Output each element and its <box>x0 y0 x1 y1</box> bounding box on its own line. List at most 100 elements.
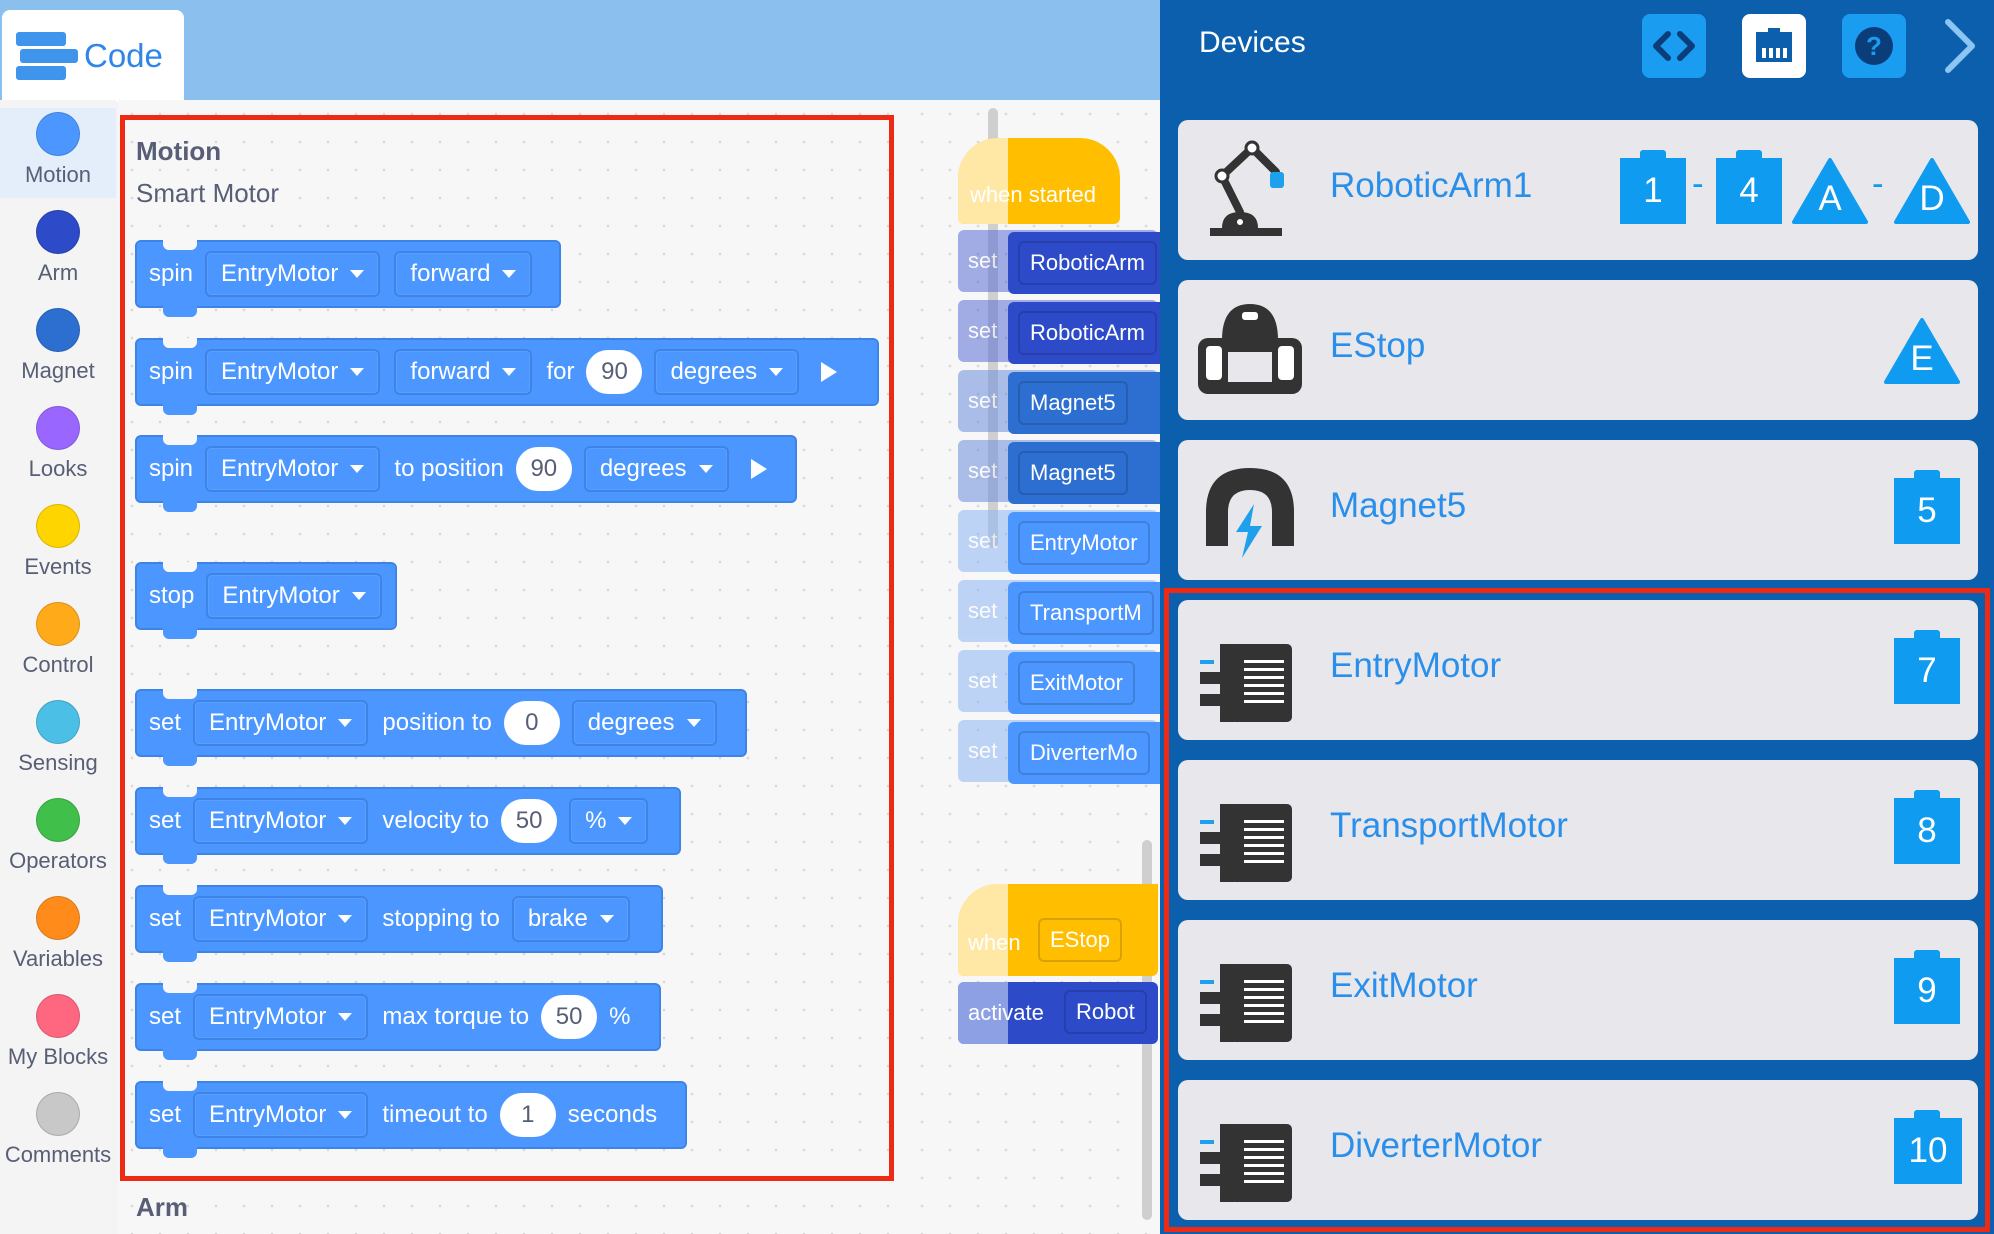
unit-label: seconds <box>567 1101 658 1128</box>
collapse-panel-chevron-icon[interactable] <box>1940 18 1980 74</box>
category-magnet[interactable]: Magnet <box>0 308 116 384</box>
stopping-mode-dropdown[interactable]: brake <box>511 896 630 942</box>
motor-dropdown[interactable]: EntryMotor <box>193 896 369 942</box>
device-card-divertermotor[interactable]: DiverterMotor 10 <box>1178 1080 1978 1220</box>
motor-dropdown[interactable]: EntryMotor <box>206 573 382 619</box>
value-input[interactable]: 0 <box>503 701 560 745</box>
spin-to-position-block[interactable]: spin EntryMotor to position 90 degrees <box>135 435 797 512</box>
set-max-torque-block[interactable]: set EntryMotor max torque to 50 % <box>135 983 661 1060</box>
device-name: EStop <box>1330 326 1426 365</box>
motor-dropdown[interactable]: EntryMotor <box>205 251 381 297</box>
category-sensing[interactable]: Sensing <box>0 700 116 776</box>
code-tab[interactable]: Code <box>2 10 184 102</box>
device-dropdown[interactable]: EntryMotor <box>1018 521 1150 565</box>
device-dropdown[interactable]: Robot <box>1064 990 1147 1034</box>
device-dropdown[interactable]: Magnet5 <box>1018 451 1128 495</box>
motor-dropdown[interactable]: EntryMotor <box>205 349 381 395</box>
unit-dropdown[interactable]: % <box>569 798 649 844</box>
device-dropdown[interactable]: Magnet5 <box>1018 381 1128 425</box>
block-keyword: set <box>149 1003 182 1030</box>
port-badge-triangle: D <box>1894 158 1970 224</box>
block-keyword: set <box>149 807 182 834</box>
device-dropdown[interactable]: RoboticArm <box>1018 311 1157 355</box>
workspace-block[interactable]: ExitMotor <box>1008 652 1168 714</box>
stop-block[interactable]: stop EntryMotor <box>135 562 397 639</box>
direction-dropdown[interactable]: forward <box>394 251 533 297</box>
workspace-block[interactable]: Magnet5 <box>1008 442 1168 504</box>
motor-dropdown[interactable]: EntryMotor <box>193 700 369 746</box>
emergency-stop-icon <box>1198 304 1302 394</box>
set-velocity-block[interactable]: set EntryMotor velocity to 50 % <box>135 787 681 864</box>
device-card-exitmotor[interactable]: ExitMotor 9 <box>1178 920 1978 1060</box>
activate-block[interactable]: activate Robot <box>958 982 1158 1044</box>
category-my-blocks[interactable]: My Blocks <box>0 994 116 1070</box>
category-dot <box>36 994 80 1038</box>
spin-block[interactable]: spin EntryMotor forward <box>135 240 561 317</box>
devices-button[interactable] <box>1742 14 1806 78</box>
when-started-hat-block[interactable]: when started <box>958 138 1120 224</box>
category-dot <box>36 112 80 156</box>
category-label: Comments <box>4 1142 112 1167</box>
spin-for-block[interactable]: spin EntryMotor forward for 90 degrees <box>135 338 879 415</box>
direction-dropdown[interactable]: forward <box>394 349 533 395</box>
block-keyword: set <box>149 1101 182 1128</box>
help-button[interactable]: ? <box>1842 14 1906 78</box>
smart-motor-icon <box>1200 644 1292 722</box>
category-dot <box>36 308 80 352</box>
device-name: EntryMotor <box>1330 646 1502 685</box>
category-variables[interactable]: Variables <box>0 896 116 972</box>
smart-motor-icon <box>1200 1124 1292 1202</box>
device-card-estop[interactable]: EStop E <box>1178 280 1978 420</box>
device-dropdown[interactable]: RoboticArm <box>1018 241 1157 285</box>
value-input[interactable]: 50 <box>501 799 558 843</box>
category-dot <box>36 700 80 744</box>
category-control[interactable]: Control <box>0 602 116 678</box>
device-card-magnet5[interactable]: Magnet5 5 <box>1178 440 1978 580</box>
brain-port-icon <box>1756 28 1792 62</box>
block-keyword: activate <box>968 1000 1044 1025</box>
estop-dropdown[interactable]: EStop <box>1038 918 1122 962</box>
when-estop-hat-block[interactable]: when EStop <box>958 884 1158 976</box>
value-input[interactable]: 90 <box>515 447 572 491</box>
code-brackets-icon <box>1653 31 1695 61</box>
motor-dropdown[interactable]: EntryMotor <box>193 798 369 844</box>
workspace-block[interactable]: Magnet5 <box>1008 372 1168 434</box>
category-operators[interactable]: Operators <box>0 798 116 874</box>
device-card-roboticarm1[interactable]: RoboticArm1 1 - 4 A - D <box>1178 120 1978 260</box>
workspace-block[interactable]: RoboticArm <box>1008 232 1168 294</box>
device-card-entrymotor[interactable]: EntryMotor 7 <box>1178 600 1978 740</box>
port-badge: 5 <box>1894 470 1960 544</box>
category-motion[interactable]: Motion <box>0 108 116 198</box>
set-timeout-block[interactable]: set EntryMotor timeout to 1 seconds <box>135 1081 687 1158</box>
category-looks[interactable]: Looks <box>0 406 116 482</box>
code-view-button[interactable] <box>1642 14 1706 78</box>
workspace-block[interactable]: RoboticArm <box>1008 302 1168 364</box>
set-stopping-block[interactable]: set EntryMotor stopping to brake <box>135 885 663 962</box>
unit-dropdown[interactable]: degrees <box>654 349 800 395</box>
device-card-transportmotor[interactable]: TransportMotor 8 <box>1178 760 1978 900</box>
block-text: velocity to <box>382 807 490 834</box>
device-dropdown[interactable]: ExitMotor <box>1018 661 1135 705</box>
set-position-block[interactable]: set EntryMotor position to 0 degrees <box>135 689 747 766</box>
unit-dropdown[interactable]: degrees <box>583 446 729 492</box>
unit-dropdown[interactable]: degrees <box>571 700 717 746</box>
workspace-block[interactable]: TransportM <box>1008 582 1168 644</box>
value-input[interactable]: 50 <box>541 995 598 1039</box>
category-events[interactable]: Events <box>0 504 116 580</box>
motor-dropdown[interactable]: EntryMotor <box>193 1092 369 1138</box>
motor-dropdown[interactable]: EntryMotor <box>193 994 369 1040</box>
devices-title: Devices <box>1199 26 1306 59</box>
workspace-block[interactable]: DiverterMo <box>1008 722 1168 784</box>
expand-arrow-icon[interactable] <box>750 459 767 479</box>
category-comments[interactable]: Comments <box>0 1092 116 1168</box>
device-dropdown[interactable]: TransportM <box>1018 591 1154 635</box>
value-input[interactable]: 90 <box>586 350 643 394</box>
code-tab-label: Code <box>84 37 163 74</box>
expand-arrow-icon[interactable] <box>821 362 838 382</box>
device-dropdown[interactable]: DiverterMo <box>1018 731 1150 775</box>
value-input[interactable]: 1 <box>499 1093 556 1137</box>
category-arm[interactable]: Arm <box>0 210 116 286</box>
workspace-block[interactable]: EntryMotor <box>1008 512 1168 574</box>
port-range-dash: - <box>1872 164 1884 203</box>
motor-dropdown[interactable]: EntryMotor <box>205 446 381 492</box>
